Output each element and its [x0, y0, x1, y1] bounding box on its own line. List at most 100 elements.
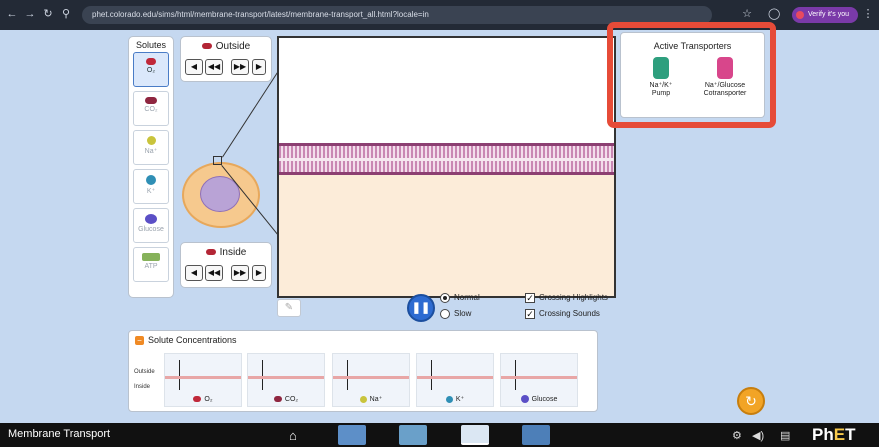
- concentration-label: CO₂: [284, 396, 299, 403]
- glucose-molecule-icon: [520, 395, 529, 403]
- reload-icon[interactable]: ↻: [42, 8, 54, 20]
- forward-icon[interactable]: →: [24, 8, 36, 20]
- inside-controls: Inside ◀ ◀◀ ▶▶ ▶: [180, 242, 272, 288]
- o2-molecule-icon: [193, 396, 202, 403]
- atp-molecule-icon: [142, 253, 160, 261]
- solutes-title: Solutes: [135, 40, 167, 50]
- reset-all-button[interactable]: ↻: [737, 387, 765, 415]
- phet-logo[interactable]: PhET: [812, 425, 855, 445]
- na-glucose-cotransporter-button[interactable]: Na⁺/Glucose Cotransporter: [695, 57, 755, 98]
- site-info-icon[interactable]: ⚲: [60, 8, 72, 20]
- concentration-label: Na⁺: [369, 396, 383, 403]
- concentration-label: O₂: [204, 396, 213, 403]
- home-icon[interactable]: ⌂: [289, 428, 297, 443]
- co2-molecule-icon: [145, 97, 157, 104]
- solute-button-co2[interactable]: CO₂: [133, 91, 169, 126]
- add-some-button[interactable]: ▶▶: [231, 265, 249, 281]
- profile-label: Verify it's you: [808, 11, 850, 18]
- concentration-gauge-o2: O₂: [164, 353, 242, 407]
- zoom-indicator: [213, 156, 222, 165]
- concentrations-header[interactable]: − Solute Concentrations: [135, 335, 237, 346]
- concentration-gauge-co2: CO₂: [247, 353, 325, 407]
- screen-2-thumbnail[interactable]: [399, 425, 427, 445]
- profile-icon[interactable]: ◯: [768, 8, 780, 20]
- outside-label: Outside: [215, 41, 251, 52]
- outside-axis-label: Outside: [134, 369, 155, 375]
- play-pause-button[interactable]: ❚❚: [407, 294, 435, 322]
- remove-some-button[interactable]: ◀◀: [205, 59, 223, 75]
- solute-button-na[interactable]: Na⁺: [133, 130, 169, 165]
- solute-label: O₂: [146, 67, 156, 74]
- pause-icon: ❚❚: [411, 302, 431, 314]
- o2-molecule-icon: [201, 43, 212, 50]
- na-k-pump-icon: [653, 57, 669, 79]
- screen-3-thumbnail[interactable]: [461, 425, 489, 445]
- add-all-button[interactable]: ▶: [252, 59, 266, 75]
- audio-icon[interactable]: ◀): [752, 429, 764, 442]
- remove-some-button[interactable]: ◀◀: [205, 265, 223, 281]
- transporter-label: Na⁺/Glucose: [704, 82, 746, 89]
- concentration-gauge-na: Na⁺: [332, 353, 410, 407]
- logo-text: Ph: [812, 425, 834, 444]
- inside-title: Inside: [181, 247, 271, 258]
- cell-membrane: [279, 143, 614, 175]
- solutes-panel: Solutes O₂ CO₂ Na⁺ K⁺ Glucose ATP: [128, 36, 174, 298]
- solute-button-atp[interactable]: ATP: [133, 247, 169, 282]
- logo-text: E: [833, 425, 846, 444]
- back-icon[interactable]: ←: [6, 8, 18, 20]
- inside-region: [279, 175, 614, 296]
- solute-label: Glucose: [138, 226, 164, 233]
- profile-button[interactable]: Verify it's you: [792, 7, 858, 23]
- bookmark-icon[interactable]: ☆: [741, 8, 753, 20]
- remove-all-button[interactable]: ◀: [185, 265, 203, 281]
- alert-dot-icon: [796, 11, 804, 19]
- solute-label: ATP: [144, 263, 158, 270]
- na-glucose-cotransporter-icon: [717, 57, 733, 79]
- collapse-icon[interactable]: −: [135, 336, 144, 346]
- add-some-button[interactable]: ▶▶: [231, 59, 249, 75]
- membrane-view[interactable]: [277, 36, 616, 298]
- remove-all-button[interactable]: ◀: [185, 59, 203, 75]
- navigation-bar: Membrane Transport ⌂ ⚙ ◀) ▤ PhET: [0, 423, 879, 447]
- solute-label: K⁺: [146, 188, 156, 195]
- sodium-ion-icon: [359, 395, 367, 403]
- outside-title: Outside: [181, 41, 271, 52]
- solute-label: CO₂: [144, 106, 158, 113]
- eraser-button[interactable]: ✎: [277, 299, 301, 317]
- active-transporters-panel: Active Transporters Na⁺/K⁺ Pump Na⁺/Gluc…: [620, 32, 765, 118]
- crossing-highlights-checkbox[interactable]: ✓ Crossing Highlights: [525, 293, 608, 303]
- inside-axis-label: Inside: [134, 384, 151, 390]
- concentration-label: K⁺: [455, 396, 465, 403]
- settings-icon[interactable]: ⚙: [732, 429, 742, 442]
- outside-controls: Outside ◀ ◀◀ ▶▶ ▶: [180, 36, 272, 82]
- radio-unselected-icon: [440, 309, 450, 319]
- co2-molecule-icon: [273, 396, 282, 403]
- menu-icon[interactable]: ⋮: [862, 8, 874, 20]
- sim-title: Membrane Transport: [8, 428, 111, 440]
- add-all-button[interactable]: ▶: [252, 265, 266, 281]
- solute-button-glucose[interactable]: Glucose: [133, 208, 169, 243]
- speed-slow-radio[interactable]: Slow: [440, 309, 471, 319]
- solute-button-k[interactable]: K⁺: [133, 169, 169, 204]
- concentrations-title: Solute Concentrations: [148, 335, 237, 345]
- crossing-sounds-checkbox[interactable]: ✓ Crossing Sounds: [525, 309, 600, 319]
- transporter-label: Pump: [651, 90, 671, 97]
- concentration-gauge-glucose: Glucose: [500, 353, 578, 407]
- logo-text: T: [845, 425, 856, 444]
- transporter-label: Na⁺/K⁺: [649, 82, 673, 89]
- potassium-ion-icon: [146, 175, 156, 185]
- na-k-pump-button[interactable]: Na⁺/K⁺ Pump: [631, 57, 691, 98]
- radio-selected-icon: [440, 293, 450, 303]
- o2-molecule-icon: [146, 58, 156, 65]
- concentration-gauge-k: K⁺: [416, 353, 494, 407]
- solute-label: Na⁺: [144, 148, 158, 155]
- solute-concentrations-panel: − Solute Concentrations Outside Inside O₂…: [128, 330, 598, 412]
- crossing-highlights-label: Crossing Highlights: [539, 293, 608, 303]
- screen-1-thumbnail[interactable]: [338, 425, 366, 445]
- crossing-sounds-label: Crossing Sounds: [539, 309, 600, 319]
- o2-molecule-icon: [205, 249, 216, 256]
- keyboard-help-icon[interactable]: ▤: [780, 429, 790, 442]
- speed-normal-radio[interactable]: Normal: [440, 293, 480, 303]
- screen-4-thumbnail[interactable]: [522, 425, 550, 445]
- solute-button-o2[interactable]: O₂: [133, 52, 169, 87]
